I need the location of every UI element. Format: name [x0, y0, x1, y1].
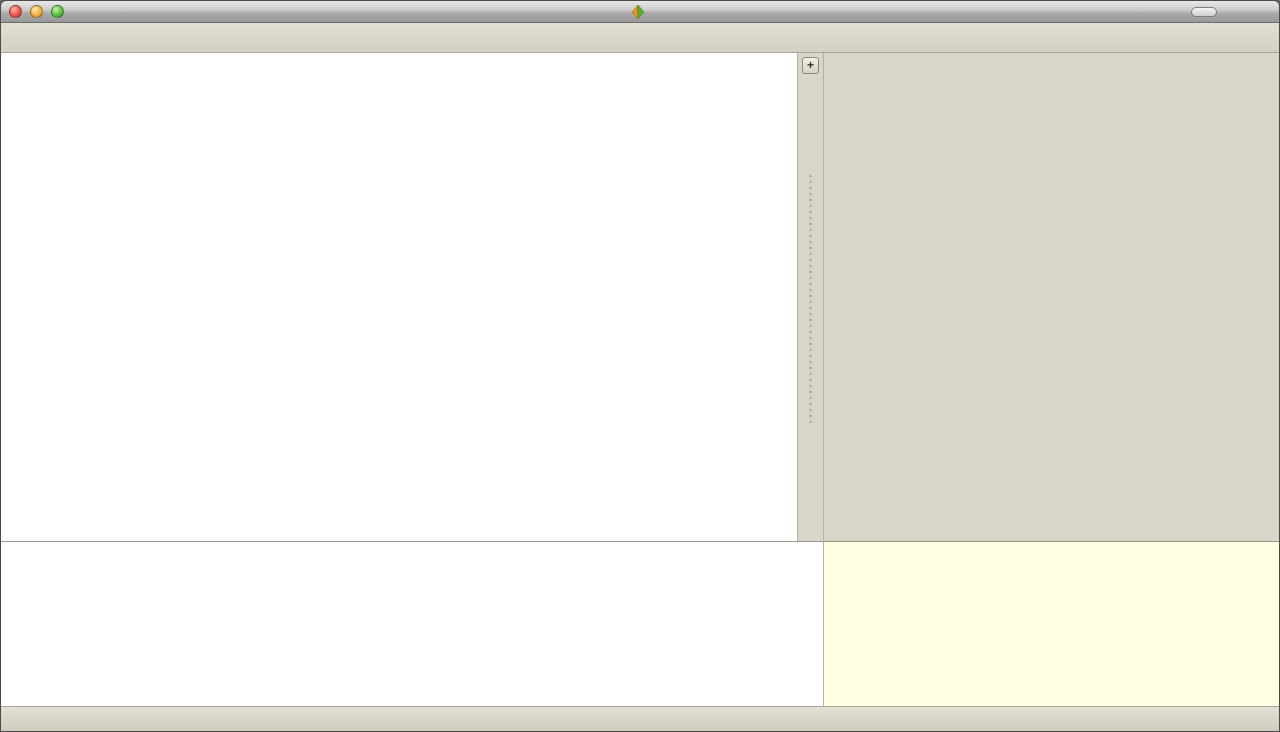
zoom-window-button[interactable] [51, 5, 64, 18]
match-logo-icon [631, 5, 645, 19]
diffraction-plot[interactable] [1, 53, 797, 541]
title-bar[interactable] [1, 1, 1279, 23]
toolbar-toggle-lozenge[interactable] [1191, 7, 1217, 17]
close-window-button[interactable] [9, 5, 22, 18]
match-window: + [0, 0, 1280, 732]
status-bar [1, 706, 1279, 732]
pattern-graphics-pane: + [1, 53, 823, 541]
zoom-in-button[interactable]: + [802, 57, 819, 74]
minimize-window-button[interactable] [30, 5, 43, 18]
window-title [631, 5, 650, 19]
matched-phases-pane [824, 541, 1279, 706]
vertical-splitter[interactable]: + [797, 53, 823, 541]
splitter-grip[interactable] [808, 173, 813, 423]
main-toolbar [1, 23, 1279, 53]
composition-panel [824, 53, 1279, 541]
candidate-list-pane [1, 541, 823, 706]
